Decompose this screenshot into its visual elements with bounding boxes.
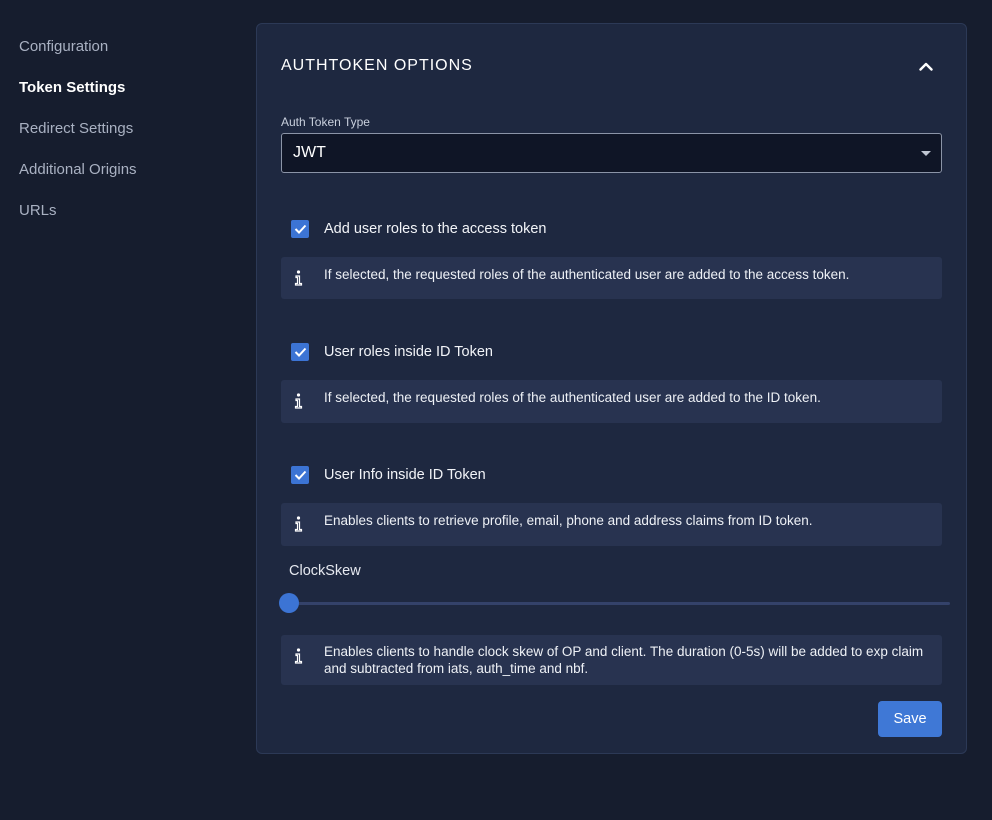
info-icon: [293, 270, 303, 286]
info-box-id-token-roles: If selected, the requested roles of the …: [281, 380, 942, 423]
auth-token-type-label: Auth Token Type: [281, 115, 370, 129]
sidebar-item-additional-origins[interactable]: Additional Origins: [0, 160, 240, 201]
option-label: User roles inside ID Token: [324, 344, 493, 360]
option-label: User Info inside ID Token: [324, 467, 486, 483]
info-icon: [293, 393, 303, 409]
chevron-up-icon: [919, 62, 933, 71]
checkmark-icon: [294, 470, 306, 480]
collapse-button[interactable]: [914, 54, 938, 78]
authtoken-options-panel: AUTHTOKEN OPTIONS Auth Token Type JWT Ad…: [256, 23, 967, 754]
sidebar-item-redirect-settings[interactable]: Redirect Settings: [0, 119, 240, 160]
clock-skew-slider-track[interactable]: [289, 602, 950, 605]
info-box-id-token-user-info: Enables clients to retrieve profile, ema…: [281, 503, 942, 546]
auth-token-type-select[interactable]: JWT: [281, 133, 942, 173]
sidebar-item-configuration[interactable]: Configuration: [0, 37, 240, 78]
info-box-clock-skew: Enables clients to handle clock skew of …: [281, 635, 942, 685]
checkbox-id-token-user-info[interactable]: [291, 466, 309, 484]
checkmark-icon: [294, 347, 306, 357]
clock-skew-label: ClockSkew: [289, 563, 361, 579]
clock-skew-slider-thumb[interactable]: [279, 593, 299, 613]
panel-title: AUTHTOKEN OPTIONS: [281, 57, 473, 74]
info-icon: [293, 648, 303, 664]
info-text: If selected, the requested roles of the …: [324, 390, 821, 405]
info-text: If selected, the requested roles of the …: [324, 267, 850, 282]
sidebar-nav: Configuration Token Settings Redirect Se…: [0, 0, 240, 820]
info-icon: [293, 516, 303, 532]
checkmark-icon: [294, 224, 306, 234]
option-id-token-roles[interactable]: User roles inside ID Token: [291, 342, 493, 362]
caret-down-icon: [921, 151, 931, 156]
info-text: Enables clients to handle clock skew of …: [324, 644, 924, 676]
checkbox-access-token-roles[interactable]: [291, 220, 309, 238]
save-button[interactable]: Save: [878, 701, 942, 737]
option-label: Add user roles to the access token: [324, 221, 547, 237]
info-box-access-token-roles: If selected, the requested roles of the …: [281, 257, 942, 299]
sidebar-item-token-settings[interactable]: Token Settings: [0, 78, 240, 119]
checkbox-id-token-roles[interactable]: [291, 343, 309, 361]
option-id-token-user-info[interactable]: User Info inside ID Token: [291, 465, 486, 485]
sidebar-item-urls[interactable]: URLs: [0, 201, 240, 242]
info-text: Enables clients to retrieve profile, ema…: [324, 513, 813, 528]
panel-header: AUTHTOKEN OPTIONS: [281, 56, 942, 76]
option-access-token-roles[interactable]: Add user roles to the access token: [291, 219, 546, 239]
auth-token-type-value: JWT: [293, 144, 326, 161]
